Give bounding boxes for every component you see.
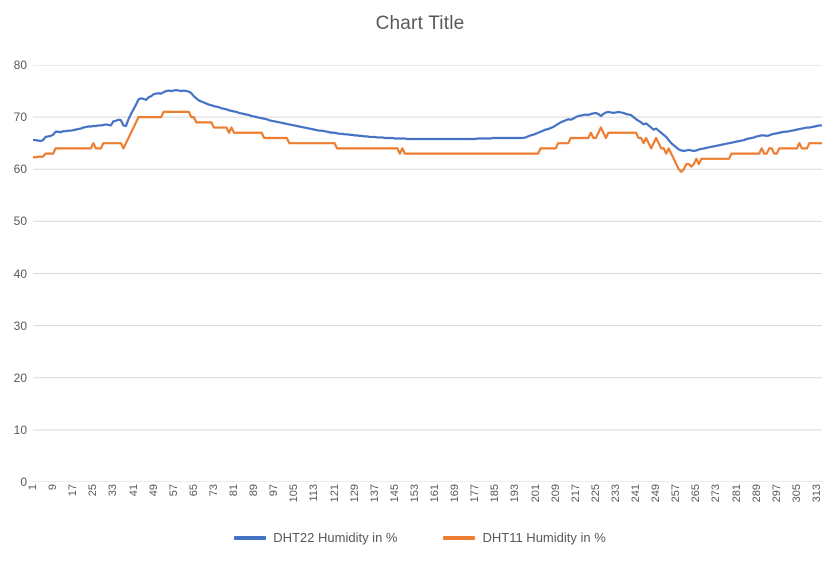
series-line-2 xyxy=(33,110,822,173)
y-axis-tick-label: 0 xyxy=(20,475,27,489)
x-axis-tick-label: 225 xyxy=(589,484,602,503)
x-axis-tick-label: 81 xyxy=(228,484,241,497)
y-axis-tick-label: 80 xyxy=(13,58,27,72)
x-axis-tick-label: 297 xyxy=(770,484,783,503)
x-axis-tick-label: 273 xyxy=(710,484,723,503)
plot-area xyxy=(33,65,822,482)
plot-svg xyxy=(33,65,822,482)
y-axis-tick-label: 40 xyxy=(13,266,27,281)
x-axis-tick-label: 17 xyxy=(67,484,80,497)
x-axis-tick-label: 9 xyxy=(47,484,60,491)
x-axis-tick-label: 105 xyxy=(288,484,301,503)
y-axis-tick-label: 60 xyxy=(13,162,27,177)
x-axis-tick-label: 305 xyxy=(790,484,803,503)
x-axis-tick-label: 65 xyxy=(187,484,200,497)
x-axis-tick-label: 313 xyxy=(810,484,823,503)
y-axis-tick-label: 10 xyxy=(13,422,27,437)
y-axis-tick-label: 20 xyxy=(13,370,27,385)
x-axis-tick-label: 161 xyxy=(429,484,442,503)
chart-container: Chart Title 0 10 20 30 40 50 60 70 80 1 9 17 25 33 41… xyxy=(0,0,840,563)
x-axis-tick-label: 73 xyxy=(207,484,220,497)
x-axis-tick-label: 249 xyxy=(650,484,663,503)
chart-legend: DHT22 Humidity in % DHT11 Humidity in % xyxy=(0,530,840,545)
y-axis-tick-label: 70 xyxy=(13,110,27,125)
x-axis-tick-label: 209 xyxy=(549,484,562,503)
x-axis-tick-label: 257 xyxy=(670,484,683,503)
series-line-1 xyxy=(33,88,822,153)
x-axis-tick-label: 89 xyxy=(248,484,261,497)
x-axis-tick-label: 241 xyxy=(630,484,643,503)
y-axis-tick-label: 30 xyxy=(13,318,27,333)
x-axis-tick-label: 49 xyxy=(147,484,160,497)
x-axis-tick-label: 145 xyxy=(388,484,401,503)
x-axis-tick-label: 113 xyxy=(308,484,321,502)
x-axis-tick-label: 233 xyxy=(609,484,622,503)
x-axis-tick-label: 289 xyxy=(750,484,763,503)
legend-swatch-icon xyxy=(234,535,267,540)
x-axis-tick-label: 57 xyxy=(167,484,180,497)
x-axis-tick-label: 25 xyxy=(87,484,100,497)
x-axis-tick-label: 193 xyxy=(509,484,522,503)
x-axis-tick-label: 33 xyxy=(107,484,120,497)
x-axis-tick-label: 129 xyxy=(348,484,361,503)
x-axis-tick-label: 201 xyxy=(529,484,542,503)
legend-item-1[interactable]: DHT22 Humidity in % xyxy=(234,530,397,545)
x-axis-tick-label: 177 xyxy=(469,484,482,503)
x-axis-tick-label: 1 xyxy=(27,484,39,491)
x-axis-tick-label: 137 xyxy=(368,484,381,503)
x-axis-tick-label: 217 xyxy=(569,484,582,503)
x-axis-tick-label: 169 xyxy=(449,484,462,503)
x-axis-tick-label: 265 xyxy=(690,484,703,503)
legend-label: DHT11 Humidity in % xyxy=(482,530,606,545)
x-axis-tick-label: 281 xyxy=(730,484,743,503)
legend-item-2[interactable]: DHT11 Humidity in % xyxy=(443,530,606,545)
x-axis-tick-label: 97 xyxy=(268,484,281,497)
y-axis-labels: 0 10 20 30 40 50 60 70 80 xyxy=(0,0,33,563)
legend-label: DHT22 Humidity in % xyxy=(273,530,398,545)
series-lines xyxy=(33,88,822,173)
chart-title: Chart Title xyxy=(375,13,465,34)
x-axis-labels: 1 9 17 25 33 41 49 57 65 73 81 89 97 105 113 121 129 137 1… xyxy=(27,484,823,520)
x-axis-tick-label: 41 xyxy=(127,484,140,497)
x-axis-tick-label: 153 xyxy=(408,484,421,503)
y-axis-tick-label: 50 xyxy=(13,214,27,229)
gridlines xyxy=(33,65,822,482)
x-axis-tick-label: 121 xyxy=(328,484,341,503)
legend-swatch-icon xyxy=(443,535,476,540)
x-axis-tick-label: 185 xyxy=(489,484,502,503)
